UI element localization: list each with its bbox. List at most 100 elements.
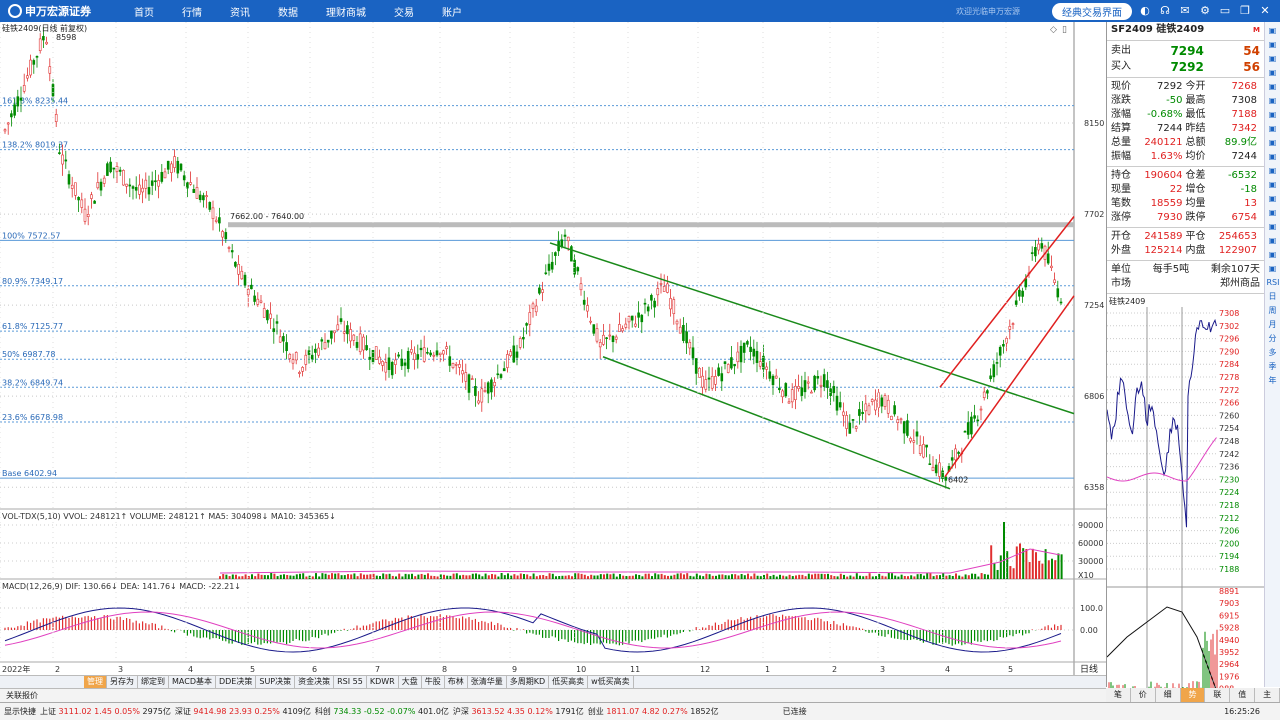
index-quote[interactable]: 上证 3111.02 1.45 0.05% 2975亿 <box>40 706 171 717</box>
side-tool-icon[interactable]: ▣ <box>1267 80 1279 93</box>
nav-item-2[interactable]: 资讯 <box>216 4 264 19</box>
indicator-tab[interactable]: SUP决策 <box>256 676 296 688</box>
indicator-tab[interactable]: 另存为 <box>107 676 138 688</box>
indicator-tab[interactable]: 管理 <box>84 676 107 688</box>
side-tool-icon[interactable]: ▣ <box>1267 164 1279 177</box>
intraday-mini-chart[interactable]: 7308 7302 7296 7290 7284 7278 7272 7266 7260 7254… <box>1106 307 1264 697</box>
mail-icon[interactable]: ✉ <box>1178 4 1192 18</box>
assoc-quote-label[interactable]: 关联报价 <box>6 690 38 701</box>
nav-item-3[interactable]: 数据 <box>264 4 312 19</box>
classic-trade-button[interactable]: 经典交易界面 <box>1052 2 1132 20</box>
mini-vol-tick: 2964 <box>1219 660 1239 669</box>
side-tool-icon[interactable]: ▣ <box>1267 262 1279 275</box>
volume-bar <box>817 573 820 579</box>
volume-bar <box>315 573 317 579</box>
candle-body <box>918 445 922 454</box>
side-tool-icon[interactable]: ▣ <box>1267 66 1279 79</box>
side-tool-icon[interactable]: ▣ <box>1267 206 1279 219</box>
candle-body <box>672 299 676 314</box>
skin-icon[interactable]: ◐ <box>1138 4 1152 18</box>
quick-display-button[interactable]: 显示快捷 <box>4 706 36 717</box>
indicator-tab[interactable]: 大盘 <box>399 676 422 688</box>
index-quote[interactable]: 创业 1811.07 4.82 0.27% 1852亿 <box>588 706 719 717</box>
gear-icon[interactable]: ⚙ <box>1198 4 1212 18</box>
indicator-tab[interactable]: 绑定到 <box>138 676 169 688</box>
indicator-tab[interactable]: 布林 <box>445 676 468 688</box>
side-tool-icon[interactable]: ▣ <box>1267 24 1279 37</box>
volume-bar <box>747 573 749 579</box>
side-tool-icon[interactable]: ▣ <box>1267 150 1279 163</box>
side-tool-icon[interactable]: 周 <box>1267 304 1279 317</box>
volume-bar <box>548 573 551 579</box>
volume-bar <box>414 576 417 579</box>
index-quote[interactable]: 科创 734.33 -0.52 -0.07% 401.0亿 <box>315 706 449 717</box>
kline-chart[interactable]: 161.8% 8235.44 138.2% 8019.37 100% 7572.57… <box>0 22 1106 687</box>
detail-tab[interactable]: 细 <box>1155 688 1181 702</box>
index-quote[interactable]: 深证 9414.98 23.93 0.25% 4109亿 <box>175 706 311 717</box>
kline-chart-area[interactable]: 161.8% 8235.44 138.2% 8019.37 100% 7572.57… <box>0 22 1106 687</box>
candle-body <box>893 405 896 415</box>
nav-item-1[interactable]: 行情 <box>168 4 216 19</box>
candle-body <box>406 350 410 369</box>
side-tool-icon[interactable]: ▣ <box>1267 192 1279 205</box>
volume-bar <box>862 576 865 579</box>
side-tool-icon[interactable]: ▣ <box>1267 220 1279 233</box>
detail-tab[interactable]: 势 <box>1180 688 1206 702</box>
candle-body <box>182 175 186 181</box>
candle-body <box>275 321 279 324</box>
quote-label: 现价 <box>1111 81 1131 92</box>
volume-bar <box>1041 563 1044 579</box>
detail-tab[interactable]: 联 <box>1205 688 1231 702</box>
indicator-tab[interactable]: w低买高卖 <box>588 676 634 688</box>
indicator-tab[interactable]: MACD基本 <box>169 676 216 688</box>
detail-tab[interactable]: 值 <box>1230 688 1256 702</box>
indicator-tab[interactable]: 张清华量 <box>468 676 507 688</box>
indicator-tab[interactable]: 资金决策 <box>295 676 335 688</box>
candle-body <box>938 462 941 477</box>
indicator-tab[interactable]: DDE决策 <box>216 676 257 688</box>
volume-bar <box>327 574 330 579</box>
side-tool-icon[interactable]: 年 <box>1267 374 1279 387</box>
side-tool-icon[interactable]: 日 <box>1267 290 1279 303</box>
indicator-tab[interactable]: 低买高卖 <box>549 676 589 688</box>
side-tool-icon[interactable]: ▣ <box>1267 122 1279 135</box>
side-tool-icon[interactable]: ▣ <box>1267 52 1279 65</box>
restore-icon[interactable]: ❐ <box>1238 4 1252 18</box>
side-tool-icon[interactable]: 分 <box>1267 332 1279 345</box>
indicator-tab[interactable]: 多周期KD <box>507 676 550 688</box>
side-tool-icon[interactable]: RSI <box>1267 276 1280 289</box>
nav-item-0[interactable]: 首页 <box>120 4 168 19</box>
side-tool-icon[interactable]: ▣ <box>1267 94 1279 107</box>
index-quote[interactable]: 沪深 3613.52 4.35 0.12% 1791亿 <box>453 706 584 717</box>
candle-body <box>35 56 39 58</box>
detail-tab[interactable]: 主 <box>1255 688 1280 702</box>
volume-bar <box>468 575 471 579</box>
side-tool-icon[interactable]: ▣ <box>1267 38 1279 51</box>
volume-bar <box>939 575 941 579</box>
candle-body <box>870 399 874 402</box>
side-tool-icon[interactable]: ▣ <box>1267 178 1279 191</box>
side-tool-icon[interactable]: ▣ <box>1267 108 1279 121</box>
headset-icon[interactable]: ☊ <box>1158 4 1172 18</box>
minimize-icon[interactable]: ▭ <box>1218 4 1232 18</box>
side-tool-icon[interactable]: 月 <box>1267 318 1279 331</box>
indicator-tab[interactable]: RSI 55 <box>334 676 367 688</box>
detail-tab[interactable]: 价 <box>1130 688 1156 702</box>
candle-body <box>662 286 666 292</box>
detail-tab[interactable]: 笔 <box>1106 688 1131 702</box>
indicator-tab[interactable]: 牛股 <box>422 676 445 688</box>
nav-item-4[interactable]: 理财商城 <box>312 4 380 19</box>
close-icon[interactable]: ✕ <box>1258 4 1272 18</box>
side-tool-icon[interactable]: ▣ <box>1267 234 1279 247</box>
volume-bar <box>670 575 673 579</box>
candle-body <box>739 345 743 363</box>
nav-item-6[interactable]: 账户 <box>428 4 476 19</box>
nav-item-5[interactable]: 交易 <box>380 4 428 19</box>
volume-bar <box>443 574 445 579</box>
side-tool-icon[interactable]: 季 <box>1267 360 1279 373</box>
candle-body <box>54 114 58 122</box>
side-tool-icon[interactable]: ▣ <box>1267 136 1279 149</box>
side-tool-icon[interactable]: 多 <box>1267 346 1279 359</box>
side-tool-icon[interactable]: ▣ <box>1267 248 1279 261</box>
indicator-tab[interactable]: KDWR <box>367 676 399 688</box>
